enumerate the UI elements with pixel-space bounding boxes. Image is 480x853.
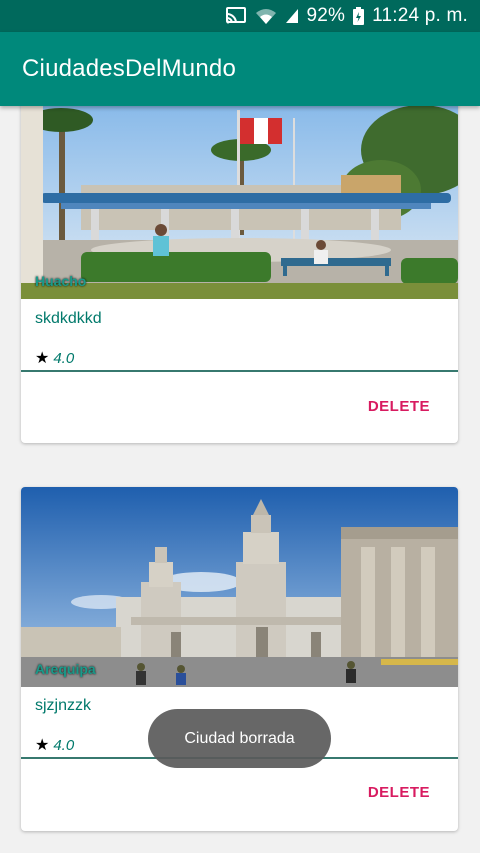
delete-button[interactable]: DELETE: [368, 398, 430, 415]
city-image: Huacho: [21, 80, 458, 299]
rating-value: 4.0: [53, 736, 75, 754]
city-name: sjzjnzzk: [35, 697, 92, 714]
delete-button[interactable]: DELETE: [368, 784, 430, 801]
app-bar: CiudadesDelMundo: [0, 32, 480, 106]
image-caption: Arequipa: [35, 661, 96, 677]
battery-percentage: 92%: [306, 5, 346, 26]
city-name: skdkdkkd: [35, 310, 102, 327]
image-caption: Huacho: [35, 273, 87, 289]
star-icon: ★: [35, 350, 50, 367]
signal-icon: [285, 8, 299, 24]
status-time: 11:24 p. m.: [372, 5, 468, 26]
rating-value: 4.0: [53, 349, 75, 367]
battery-icon: [353, 7, 365, 25]
cast-icon: [225, 7, 247, 25]
divider: [21, 370, 458, 372]
toast-message: Ciudad borrada: [148, 709, 331, 768]
city-rating: ★ 4.0: [35, 348, 74, 368]
city-card[interactable]: Huacho skdkdkkd ★ 4.0 DELETE: [21, 80, 458, 443]
star-icon: ★: [35, 737, 50, 754]
app-title: CiudadesDelMundo: [22, 55, 236, 82]
wifi-icon: [255, 7, 277, 25]
toast-text: Ciudad borrada: [184, 729, 295, 747]
status-bar: 92% 11:24 p. m.: [0, 0, 480, 32]
city-card[interactable]: Arequipa sjzjnzzk ★ 4.0 DELETE: [21, 487, 458, 831]
city-image: Arequipa: [21, 487, 458, 687]
city-rating: ★ 4.0: [35, 735, 74, 755]
